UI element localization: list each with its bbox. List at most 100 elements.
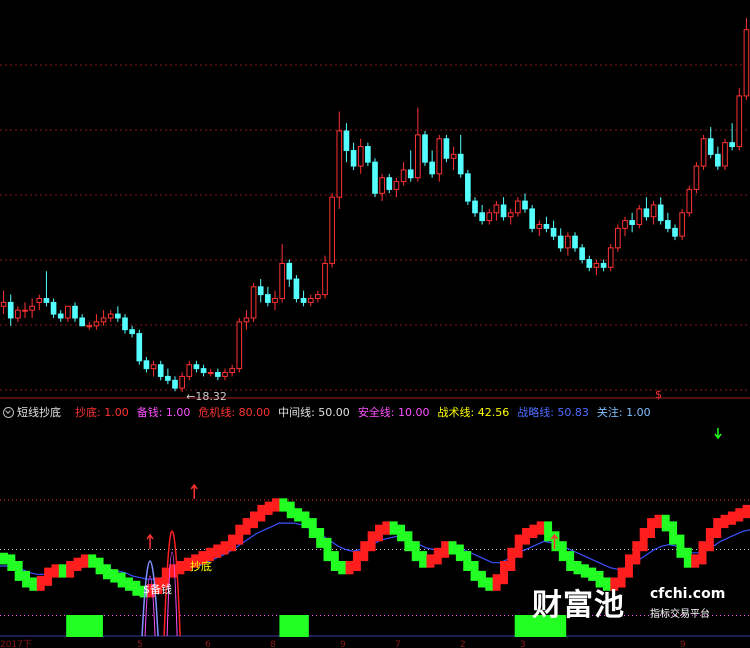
tactical-segment (125, 577, 133, 591)
candle-body (115, 313, 121, 319)
tactical-segment (360, 541, 369, 562)
candle (7, 294, 14, 326)
tactical-segment (44, 567, 53, 586)
candle-body (407, 169, 414, 179)
candle (29, 298, 35, 318)
candle (715, 146, 721, 170)
x-axis-label: 3 (520, 640, 526, 648)
tactical-segment (213, 544, 222, 558)
candle (693, 162, 700, 194)
candle-body (386, 177, 393, 190)
tactical-segment (294, 508, 303, 522)
tactical-segment (367, 531, 376, 552)
candle (407, 150, 414, 182)
tactical-segment (647, 518, 656, 538)
tactical-segment (352, 551, 361, 571)
candle (507, 208, 514, 225)
candle-body (300, 298, 307, 303)
tactical-segment (588, 567, 597, 581)
main-candlestick-chart[interactable]: ←18.32 $ (0, 0, 750, 400)
tactical-segment (73, 557, 82, 571)
candle (186, 360, 193, 381)
candle-body (200, 368, 207, 374)
candle (107, 310, 114, 322)
candle (365, 142, 371, 167)
tactical-segment (426, 554, 435, 568)
candle-body (72, 305, 78, 319)
candle-body (736, 95, 743, 148)
tactical-segment (80, 554, 89, 568)
candle-body (686, 188, 693, 214)
candle (665, 212, 671, 233)
candle-body (229, 368, 235, 374)
candle (193, 360, 200, 373)
candle (486, 208, 493, 225)
candle (600, 259, 607, 272)
candle (500, 197, 507, 221)
tactical-segment (558, 541, 567, 562)
candle-body (565, 235, 571, 249)
candle-body (643, 208, 650, 218)
candle (629, 212, 635, 233)
x-axis-label: 2017下 (0, 640, 32, 648)
tactical-segment (536, 521, 545, 535)
tactical-segment (397, 524, 406, 542)
candle (707, 127, 714, 159)
candle (700, 134, 707, 170)
candle (57, 310, 64, 322)
candle-body (429, 161, 435, 175)
candle (372, 158, 378, 198)
chao-di-label: 抄底 (190, 559, 212, 573)
candle-body (329, 196, 335, 264)
candle (522, 193, 528, 213)
candle-body (172, 379, 178, 389)
tactical-segment (500, 561, 508, 585)
candle (515, 197, 521, 217)
candle-body (693, 165, 700, 190)
candle (257, 279, 264, 303)
candle (736, 88, 743, 151)
candle (743, 18, 750, 100)
candle-body (257, 286, 264, 296)
candle (615, 224, 621, 252)
candle (65, 305, 71, 322)
candle-body (443, 138, 450, 159)
tactical-segment (463, 551, 472, 571)
candle (200, 364, 207, 377)
candle (472, 197, 478, 217)
candle-body (65, 305, 71, 319)
tactical-segment (507, 547, 516, 571)
candle-body (586, 259, 593, 268)
dollar-marker: $ (655, 388, 662, 400)
tactical-segment (257, 504, 266, 522)
candle-body (207, 372, 214, 375)
candle-body (186, 364, 193, 377)
candle-body (36, 298, 43, 303)
candle-body (250, 286, 257, 319)
candle-body (450, 153, 457, 159)
candle (550, 220, 557, 241)
candle-body (365, 146, 371, 163)
candle (329, 193, 335, 268)
tactical-segment (632, 541, 641, 565)
tactical-segment (132, 580, 141, 596)
candle (86, 321, 93, 330)
candle (443, 134, 450, 163)
candle (236, 317, 243, 373)
candle (229, 364, 235, 377)
candle-body (136, 333, 143, 362)
candle-body (57, 313, 64, 319)
tactical-segment (639, 528, 648, 552)
tactical-segment (36, 575, 45, 591)
candle-body (486, 212, 493, 222)
candle-body (372, 161, 378, 194)
candle-body (50, 301, 57, 315)
candle-body (436, 138, 443, 175)
candle-body (236, 321, 243, 370)
candle-body (307, 298, 314, 303)
tactical-segment (58, 564, 67, 578)
candle-body (315, 294, 321, 299)
candle-body (272, 298, 278, 303)
candle-body (343, 130, 350, 151)
candle (272, 290, 278, 311)
